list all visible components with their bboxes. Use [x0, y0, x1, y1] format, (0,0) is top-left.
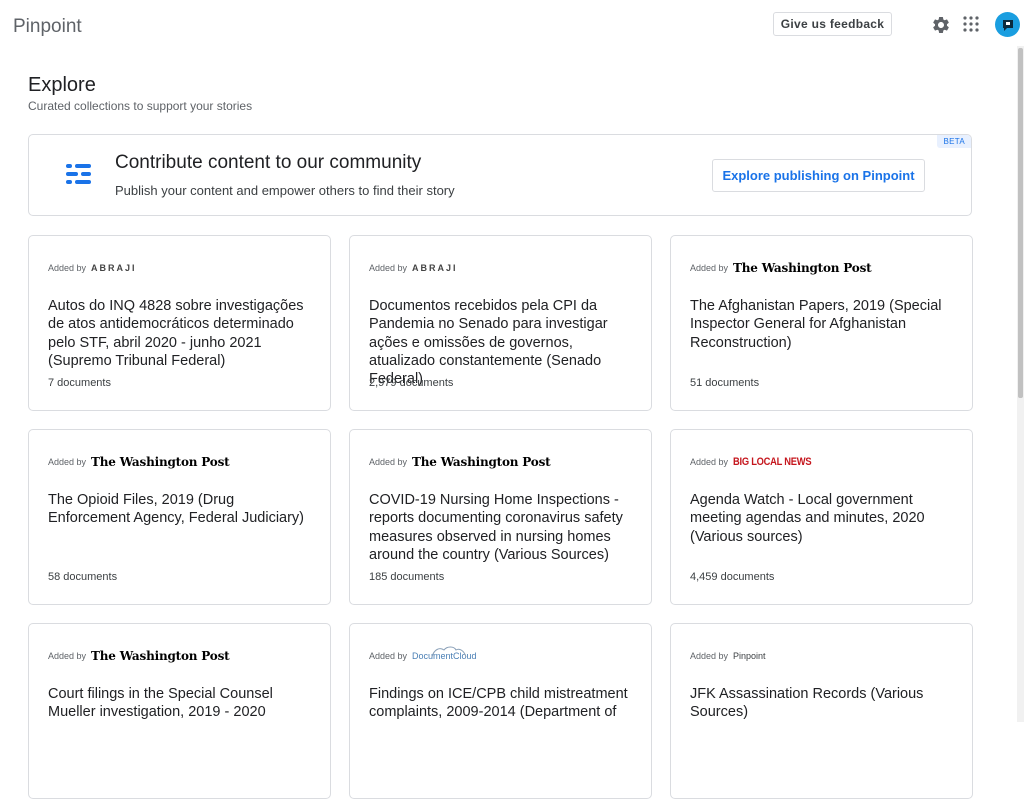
- card-title: Agenda Watch - Local government meeting …: [690, 492, 925, 545]
- added-by: Added by DocumentCloud: [369, 646, 477, 663]
- added-by-label: Added by: [690, 651, 729, 661]
- publisher-logo-washington-post: The Washington Post: [733, 261, 872, 275]
- added-by: Added by Pinpoint: [690, 649, 766, 663]
- added-by-label: Added by: [369, 457, 408, 467]
- gear-icon[interactable]: [931, 15, 951, 35]
- user-avatar-icon: [1002, 19, 1013, 31]
- app-name[interactable]: Pinpoint: [13, 16, 82, 38]
- top-bar: Pinpoint Give us feedback: [0, 0, 1024, 56]
- collection-list-icon: [66, 164, 91, 184]
- added-by-label: Added by: [369, 263, 408, 273]
- collection-card[interactable]: Added by The Washington Post The Opioid …: [28, 429, 331, 605]
- added-by: Added by ABRAJI: [48, 261, 137, 275]
- added-by: Added by The Washington Post: [48, 455, 230, 469]
- document-count: 2,979 documents: [369, 377, 454, 389]
- collection-card[interactable]: Added by The Washington Post COVID-19 Nu…: [349, 429, 652, 605]
- collection-card[interactable]: Added by ABRAJI Documentos recebidos pel…: [349, 235, 652, 411]
- scrollbar-thumb[interactable]: [1018, 48, 1023, 398]
- added-by: Added by ABRAJI: [369, 261, 458, 275]
- publisher-logo-documentcloud: DocumentCloud: [412, 646, 477, 661]
- collection-card[interactable]: Added by Pinpoint JFK Assassination Reco…: [670, 623, 973, 799]
- collection-card[interactable]: Added by The Washington Post The Afghani…: [670, 235, 973, 411]
- added-by-label: Added by: [690, 457, 729, 467]
- document-count: 51 documents: [690, 377, 760, 389]
- contribute-banner: Contribute content to our community Publ…: [28, 134, 972, 216]
- card-title: Findings on ICE/CPB child mistreatment c…: [369, 686, 628, 721]
- document-count: 7 documents: [48, 377, 111, 389]
- beta-badge: BETA: [937, 135, 971, 148]
- card-title: The Afghanistan Papers, 2019 (Special In…: [690, 298, 942, 351]
- publisher-logo-washington-post: The Washington Post: [91, 455, 230, 469]
- publisher-logo-abraji: ABRAJI: [91, 263, 137, 273]
- apps-grid-icon[interactable]: [963, 16, 979, 32]
- collection-card[interactable]: Added by The Washington Post Court filin…: [28, 623, 331, 799]
- document-count: 4,459 documents: [690, 571, 775, 583]
- added-by-label: Added by: [48, 457, 87, 467]
- page-title: Explore: [28, 74, 96, 96]
- document-count: 58 documents: [48, 571, 118, 583]
- collection-card[interactable]: Added by BIG LOCAL NEWS Agenda Watch - L…: [670, 429, 973, 605]
- added-by: Added by BIG LOCAL NEWS: [690, 455, 825, 469]
- added-by-label: Added by: [369, 651, 408, 661]
- publisher-logo-big-local-news: BIG LOCAL NEWS: [733, 456, 812, 468]
- page-subtitle: Curated collections to support your stor…: [28, 99, 253, 113]
- added-by: Added by The Washington Post: [48, 649, 230, 663]
- avatar[interactable]: [995, 12, 1020, 37]
- banner-text: Publish your content and empower others …: [115, 183, 455, 198]
- card-title: JFK Assassination Records (Various Sourc…: [690, 686, 924, 721]
- publisher-pinpoint: Pinpoint: [733, 651, 766, 661]
- document-count: 185 documents: [369, 571, 445, 583]
- card-title: Court filings in the Special Counsel Mue…: [48, 686, 273, 721]
- collection-card[interactable]: Added by ABRAJI Autos do INQ 4828 sobre …: [28, 235, 331, 411]
- card-title: Autos do INQ 4828 sobre investigações de…: [48, 298, 304, 369]
- added-by: Added by The Washington Post: [690, 261, 872, 275]
- publisher-logo-washington-post: The Washington Post: [412, 455, 551, 469]
- added-by-label: Added by: [48, 651, 87, 661]
- added-by: Added by The Washington Post: [369, 455, 551, 469]
- card-title: The Opioid Files, 2019 (Drug Enforcement…: [48, 492, 305, 527]
- banner-title: Contribute content to our community: [115, 152, 422, 173]
- explore-publishing-button[interactable]: Explore publishing on Pinpoint: [712, 159, 925, 192]
- added-by-label: Added by: [48, 263, 87, 273]
- cloud-icon: [431, 646, 467, 658]
- feedback-button[interactable]: Give us feedback: [773, 12, 892, 36]
- card-title: Documentos recebidos pela CPI da Pandemi…: [369, 298, 608, 388]
- publisher-logo-washington-post: The Washington Post: [91, 649, 230, 663]
- card-title: COVID-19 Nursing Home Inspections - repo…: [369, 492, 623, 563]
- added-by-label: Added by: [690, 263, 729, 273]
- collection-card[interactable]: Added by DocumentCloud Findings on ICE/C…: [349, 623, 652, 799]
- publisher-logo-abraji: ABRAJI: [412, 263, 458, 273]
